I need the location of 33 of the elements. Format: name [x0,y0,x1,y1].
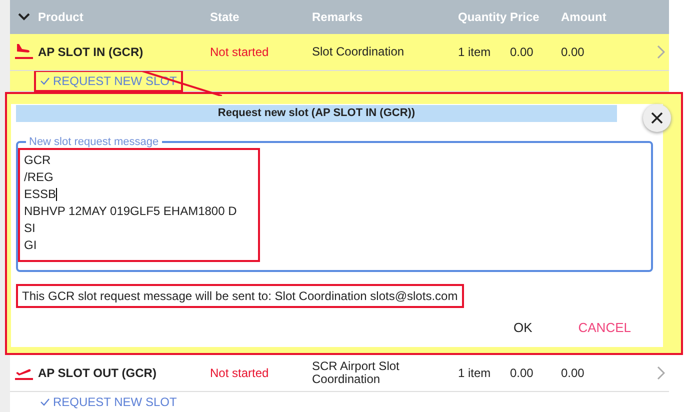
recipient-notice: This GCR slot request message will be sent to: Slot Coordination slots@slots.com [16,284,464,308]
quantity-text: 1 item [458,366,491,380]
chevron-down-icon[interactable] [18,13,30,21]
field-label: New slot request message [28,136,160,148]
column-header[interactable]: Quantity [458,10,507,24]
amount-text: 0.00 [561,45,584,59]
close-icon [651,112,663,124]
column-header[interactable]: Product [38,10,84,24]
column-header[interactable]: Remarks [312,10,363,24]
dialog-title: Request new slot (AP SLOT IN (GCR)) [16,105,617,122]
remarks-text: Slot Coordination [312,46,406,58]
check-icon [40,398,50,406]
product-name: AP SLOT OUT (GCR) [38,366,156,380]
ok-button[interactable]: OK [505,316,540,339]
message-text: GCR /REG ESSB NBHVP 12MAY 019GLF5 EHAM1800 D SI GI [18,148,260,262]
table-row[interactable]: AP SLOT IN (GCR) Not started Slot Coordination 1 item 0.00 0.00 [10,34,669,71]
column-header[interactable]: Price [510,10,540,24]
amount-text: 0.00 [561,366,584,380]
cancel-button[interactable]: CANCEL [570,316,639,339]
plane-icon [14,42,34,60]
state-text: Not started [210,366,269,380]
column-header[interactable]: Amount [561,10,606,24]
price-text: 0.00 [510,45,534,59]
product-name: AP SLOT IN (GCR) [38,45,144,59]
message-field[interactable]: New slot request message GCR /REG ESSB NBHVP 12MAY 019GLF5 EHAM1800 D SI GI [16,136,653,272]
check-icon [40,77,50,85]
close-button[interactable] [643,104,671,132]
price-text: 0.00 [510,366,534,380]
state-text: Not started [210,45,269,59]
request-new-slot-link[interactable]: REQUEST NEW SLOT [34,391,183,412]
column-header[interactable]: State [210,10,240,24]
remarks-text: SCR Airport Slot Coordination [312,360,400,386]
quantity-text: 1 item [458,45,491,59]
